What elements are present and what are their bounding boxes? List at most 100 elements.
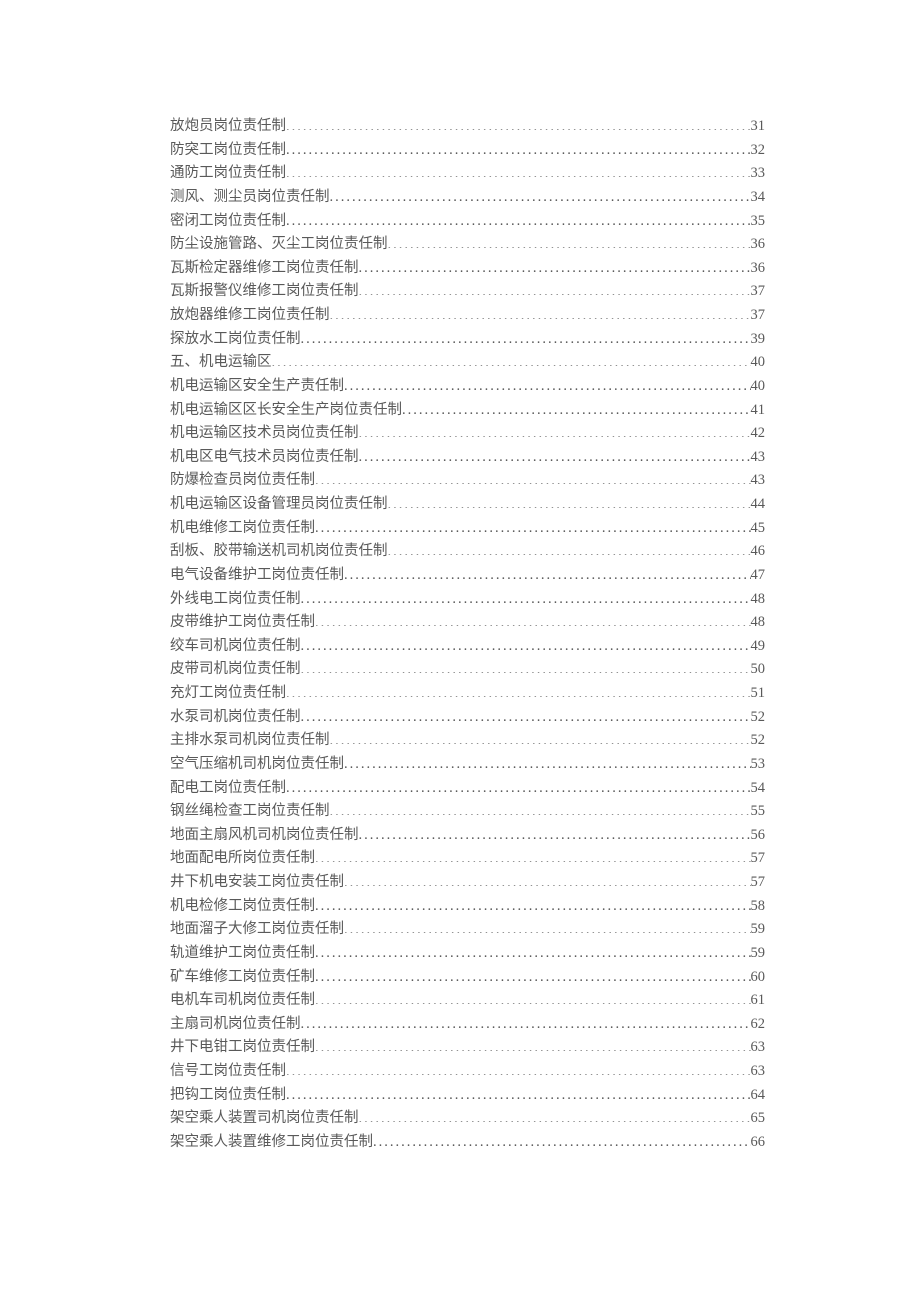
toc-entry: 架空乘人装置司机岗位责任制65 [170, 1107, 765, 1131]
toc-entry-page: 63 [751, 1060, 766, 1084]
toc-dot-leader [359, 1108, 751, 1123]
toc-entry-page: 65 [751, 1107, 766, 1131]
toc-entry: 地面溜子大修工岗位责任制59 [170, 918, 765, 942]
toc-entry: 机电运输区设备管理员岗位责任制44 [170, 493, 765, 517]
toc-dot-leader [388, 234, 751, 249]
toc-entry: 钢丝绳检查工岗位责任制55 [170, 800, 765, 824]
toc-dot-leader [330, 730, 751, 745]
toc-entry-title: 放炮器维修工岗位责任制 [170, 304, 330, 328]
toc-entry-title: 井下机电安装工岗位责任制 [170, 871, 344, 895]
toc-entry-page: 32 [751, 139, 766, 163]
toc-dot-leader [359, 423, 751, 438]
toc-entry-title: 防尘设施管路、灭尘工岗位责任制 [170, 233, 388, 257]
toc-entry-title: 矿车维修工岗位责任制 [170, 966, 315, 990]
toc-dot-leader [359, 824, 751, 839]
toc-entry-title: 电机车司机岗位责任制 [170, 989, 315, 1013]
toc-dot-leader [315, 1037, 751, 1052]
toc-entry: 测风、测尘员岗位责任制 34 [170, 186, 765, 210]
toc-dot-leader [286, 683, 751, 698]
toc-entry-page: 63 [751, 1036, 766, 1060]
toc-entry-title: 机电运输区区长安全生产岗位责任制 [170, 399, 402, 423]
toc-entry: 密闭工岗位责任制35 [170, 210, 765, 234]
toc-dot-leader [344, 375, 751, 390]
toc-entry: 通防工岗位责任制33 [170, 162, 765, 186]
toc-entry-page: 48 [751, 588, 766, 612]
toc-entry-page: 39 [751, 328, 766, 352]
toc-entry-title: 防爆检查员岗位责任制 [170, 469, 315, 493]
toc-entry-page: 41 [751, 399, 766, 423]
toc-entry-page: 45 [751, 517, 766, 541]
toc-entry-title: 刮板、胶带输送机司机岗位责任制 [170, 540, 388, 564]
toc-entry-title: 主扇司机岗位责任制 [170, 1013, 301, 1037]
toc-entry-page: 40 [751, 375, 766, 399]
toc-entry-page: 44 [751, 493, 766, 517]
toc-dot-leader [373, 1131, 751, 1146]
toc-entry-page: 34 [751, 186, 766, 210]
toc-entry-title: 机电运输区安全生产责任制 [170, 375, 344, 399]
toc-entry-title: 瓦斯检定器维修工岗位责任制 [170, 257, 359, 281]
toc-entry: 机电区电气技术员岗位责任制43 [170, 446, 765, 470]
toc-entry-title: 地面主扇风机司机岗位责任制 [170, 824, 359, 848]
toc-dot-leader [272, 352, 751, 367]
toc-entry-title: 空气压缩机司机岗位责任制 [170, 753, 344, 777]
toc-entry-page: 57 [751, 847, 766, 871]
toc-entry-page: 43 [751, 469, 766, 493]
toc-entry-title: 把钩工岗位责任制 [170, 1084, 286, 1108]
toc-entry: 刮板、胶带输送机司机岗位责任制46 [170, 540, 765, 564]
toc-dot-leader [315, 848, 751, 863]
toc-entry: 瓦斯检定器维修工岗位责任制36 [170, 257, 765, 281]
toc-dot-leader [286, 116, 751, 131]
toc-dot-leader [315, 895, 751, 910]
toc-entry-title: 测风、测尘员岗位责任制 [170, 186, 330, 210]
toc-entry-title: 水泵司机岗位责任制 [170, 706, 301, 730]
toc-entry-page: 31 [751, 115, 766, 139]
toc-entry-page: 51 [751, 682, 766, 706]
toc-dot-leader [315, 966, 751, 981]
toc-entry: 防尘设施管路、灭尘工岗位责任制36 [170, 233, 765, 257]
toc-entry-page: 42 [751, 422, 766, 446]
toc-entry-page: 64 [751, 1084, 766, 1108]
toc-entry-title: 放炮员岗位责任制 [170, 115, 286, 139]
toc-entry-page: 60 [751, 966, 766, 990]
toc-entry-page: 59 [751, 918, 766, 942]
toc-entry-page: 48 [751, 611, 766, 635]
toc-entry-page: 40 [751, 351, 766, 375]
toc-dot-leader [359, 257, 751, 272]
toc-entry-page: 62 [751, 1013, 766, 1037]
toc-entry: 电气设备维护工岗位责任制47 [170, 564, 765, 588]
toc-dot-leader [286, 163, 751, 178]
table-of-contents: 放炮员岗位责任制 31防突工岗位责任制32通防工岗位责任制33测风、测尘员岗位责任… [170, 115, 765, 1155]
toc-entry: 架空乘人装置维修工岗位责任制66 [170, 1131, 765, 1155]
toc-entry-title: 信号工岗位责任制 [170, 1060, 286, 1084]
toc-entry: 放炮员岗位责任制 31 [170, 115, 765, 139]
toc-entry: 矿车维修工岗位责任制 60 [170, 966, 765, 990]
toc-entry-page: 47 [751, 564, 766, 588]
toc-entry-title: 皮带司机岗位责任制 [170, 658, 301, 682]
toc-entry: 地面主扇风机司机岗位责任制 56 [170, 824, 765, 848]
toc-entry-title: 架空乘人装置维修工岗位责任制 [170, 1131, 373, 1155]
toc-entry: 机电检修工岗位责任制58 [170, 895, 765, 919]
toc-dot-leader [301, 328, 751, 343]
toc-entry: 水泵司机岗位责任制52 [170, 706, 765, 730]
toc-entry-title: 充灯工岗位责任制 [170, 682, 286, 706]
toc-entry-page: 33 [751, 162, 766, 186]
toc-entry-title: 机电检修工岗位责任制 [170, 895, 315, 919]
toc-entry-title: 地面配电所岗位责任制 [170, 847, 315, 871]
toc-dot-leader [286, 210, 751, 225]
toc-dot-leader [330, 186, 751, 201]
toc-entry-title: 机电维修工岗位责任制 [170, 517, 315, 541]
toc-entry: 防突工岗位责任制32 [170, 139, 765, 163]
toc-entry-page: 56 [751, 824, 766, 848]
toc-entry-title: 配电工岗位责任制 [170, 777, 286, 801]
toc-entry: 井下机电安装工岗位责任制57 [170, 871, 765, 895]
toc-entry: 轨道维护工岗位责任制59 [170, 942, 765, 966]
toc-entry: 机电运输区技术员岗位责任制42 [170, 422, 765, 446]
toc-entry: 配电工岗位责任制 54 [170, 777, 765, 801]
toc-dot-leader [301, 706, 751, 721]
toc-entry-title: 密闭工岗位责任制 [170, 210, 286, 234]
toc-entry-page: 55 [751, 800, 766, 824]
toc-entry-page: 50 [751, 658, 766, 682]
toc-dot-leader [315, 990, 751, 1005]
toc-entry-title: 主排水泵司机岗位责任制 [170, 729, 330, 753]
toc-entry-page: 54 [751, 777, 766, 801]
